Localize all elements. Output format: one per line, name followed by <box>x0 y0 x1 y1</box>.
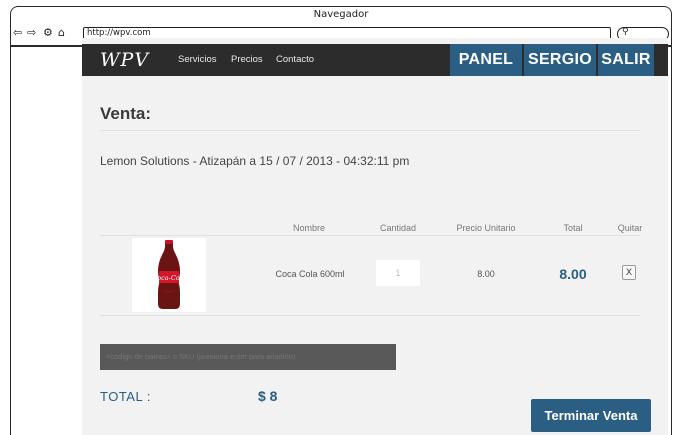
product-name: Coca Cola 600ml <box>275 269 345 279</box>
forward-arrow-icon[interactable]: ⇨ <box>27 26 36 40</box>
divider <box>100 130 640 131</box>
column-header-cantidad: Cantidad <box>379 223 417 233</box>
remove-item-button[interactable]: X <box>622 265 636 280</box>
column-header-total: Total <box>563 223 583 233</box>
product-label-text: Coca-Cola <box>152 274 186 282</box>
gear-icon[interactable]: ⚙ <box>43 26 53 40</box>
total-value: $ 8 <box>258 388 278 404</box>
product-image: Coca-Cola <box>132 238 206 312</box>
page-title: Venta: <box>100 104 152 123</box>
nav-link-servicios[interactable]: Servicios <box>178 54 217 65</box>
window-title: Navegador <box>313 9 369 20</box>
page-content: WPV Servicios Precios Contacto PANEL SER… <box>82 38 668 435</box>
row-total: 8.00 <box>559 266 587 282</box>
top-navbar: WPV Servicios Precios Contacto PANEL SER… <box>82 44 668 76</box>
back-arrow-icon[interactable]: ⇦ <box>13 26 22 40</box>
nav-link-precios[interactable]: Precios <box>231 54 263 65</box>
user-button[interactable]: SERGIO <box>524 44 596 76</box>
table-divider <box>100 235 640 236</box>
total-label: TOTAL : <box>100 389 151 404</box>
sale-info: Lemon Solutions - Atizapán a 15 / 07 / 2… <box>100 154 410 168</box>
search-icon: ⚲ <box>622 27 629 37</box>
column-header-precio-unitario: Precio Unitario <box>456 223 516 233</box>
logout-button[interactable]: SALIR <box>598 44 654 76</box>
logo[interactable]: WPV <box>100 49 149 71</box>
barcode-sku-input[interactable] <box>100 344 396 370</box>
finish-sale-button[interactable]: Terminar Venta <box>531 399 651 432</box>
coca-cola-bottle-icon: Coca-Cola <box>132 238 206 312</box>
home-icon[interactable]: ⌂ <box>58 26 65 40</box>
unit-price: 8.00 <box>477 269 495 279</box>
panel-button[interactable]: PANEL <box>450 44 522 76</box>
nav-link-contacto[interactable]: Contacto <box>276 54 314 65</box>
quantity-input[interactable] <box>376 260 420 286</box>
column-header-quitar: Quitar <box>617 223 643 233</box>
column-header-nombre: Nombre <box>292 223 325 233</box>
row-divider <box>100 315 640 316</box>
